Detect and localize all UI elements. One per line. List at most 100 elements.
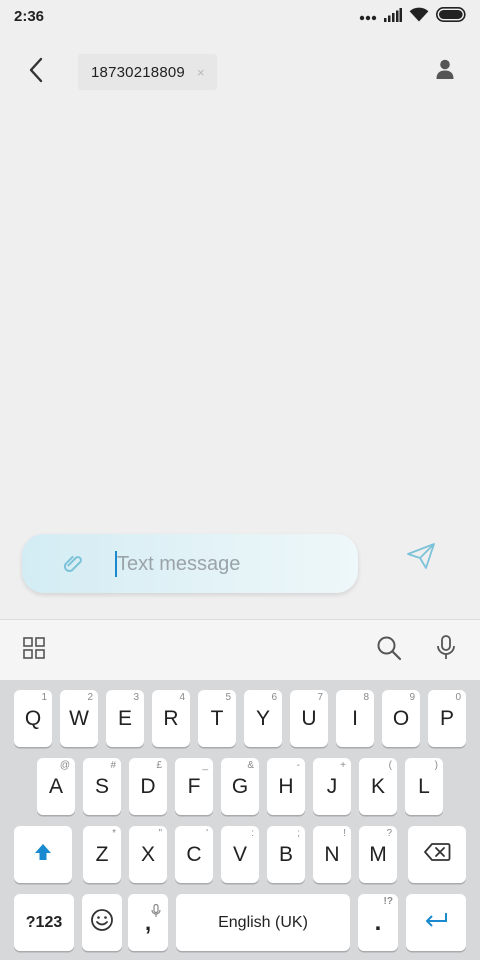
key-x[interactable]: X " [129, 826, 167, 883]
key-hint: ) [434, 760, 438, 771]
key-label: X [140, 842, 155, 866]
key-label: W [69, 706, 89, 730]
key-hint: @ [59, 760, 70, 771]
key-label: F [187, 774, 201, 798]
key-hint: £ [156, 760, 162, 771]
key-label: B [278, 842, 293, 866]
key-f[interactable]: F _ [175, 758, 213, 815]
key-i[interactable]: I8 [336, 690, 374, 747]
key-label: I [352, 706, 358, 730]
emoji-key[interactable] [82, 894, 122, 951]
status-icons [359, 7, 468, 27]
search-icon [376, 635, 402, 666]
key-l[interactable]: L) [405, 758, 443, 815]
paper-plane-icon [406, 541, 436, 576]
key-label: K [370, 774, 385, 798]
key-hint: 5 [225, 692, 231, 703]
key-label: Y [255, 706, 270, 730]
key-p[interactable]: P0 [428, 690, 466, 747]
key-hint: 6 [271, 692, 277, 703]
key-t[interactable]: T5 [198, 690, 236, 747]
period-key-hint: !? [383, 896, 393, 907]
conversation-header: 18730218809 × [0, 40, 480, 104]
key-n[interactable]: N! [313, 826, 351, 883]
key-hint: ' [206, 828, 208, 839]
key-m[interactable]: M? [359, 826, 397, 883]
key-hint: - [296, 760, 300, 771]
key-o[interactable]: O9 [382, 690, 420, 747]
contact-button[interactable] [430, 56, 460, 86]
key-label: A [48, 774, 63, 798]
voice-input-button[interactable] [432, 634, 460, 664]
grid-button[interactable] [20, 636, 48, 664]
key-label: L [418, 774, 430, 798]
key-label: Q [24, 706, 42, 730]
key-hint: & [247, 760, 254, 771]
comma-key[interactable]: , [128, 894, 168, 951]
key-s[interactable]: S # [83, 758, 121, 815]
keyboard-search-button[interactable] [375, 636, 403, 664]
key-hint: * [112, 828, 116, 839]
recipient-chip[interactable]: 18730218809 × [78, 54, 217, 90]
key-hint: 4 [179, 692, 185, 703]
key-q[interactable]: Q1 [14, 690, 52, 747]
key-a[interactable]: A @ [37, 758, 75, 815]
status-time: 2:36 [14, 8, 45, 25]
enter-arrow-icon [423, 911, 449, 934]
key-hint: 2 [87, 692, 93, 703]
chevron-left-icon [28, 57, 44, 88]
key-label: C [186, 842, 202, 866]
backspace-key[interactable] [408, 826, 466, 883]
key-hint: ; [297, 828, 300, 839]
key-hint: ( [388, 760, 392, 771]
key-hint: 0 [455, 692, 461, 703]
key-j[interactable]: J + [313, 758, 351, 815]
more-dots-icon [359, 8, 377, 26]
key-v[interactable]: V: [221, 826, 259, 883]
wifi-icon [409, 7, 429, 27]
key-k[interactable]: K( [359, 758, 397, 815]
enter-key[interactable] [406, 894, 466, 951]
symbols-key[interactable]: ?123 [14, 894, 74, 951]
key-hint: ! [343, 828, 346, 839]
key-label: J [326, 774, 338, 798]
key-e[interactable]: E3 [106, 690, 144, 747]
key-hint: + [340, 760, 346, 771]
smiley-icon [90, 908, 114, 937]
key-label: H [278, 774, 294, 798]
signal-icon [384, 7, 402, 27]
key-b[interactable]: B; [267, 826, 305, 883]
key-hint: ? [386, 828, 392, 839]
message-input[interactable] [117, 552, 337, 576]
grid-icon [23, 636, 45, 664]
key-label: O [392, 706, 410, 730]
send-button[interactable] [404, 541, 438, 575]
paperclip-icon[interactable] [62, 552, 86, 576]
key-label: V [232, 842, 247, 866]
back-button[interactable] [16, 54, 56, 90]
comma-key-mic-icon [151, 898, 161, 924]
key-label: D [140, 774, 156, 798]
key-label: S [94, 774, 109, 798]
shift-key[interactable] [14, 826, 72, 883]
chip-remove-icon[interactable]: × [197, 66, 205, 79]
key-r[interactable]: R4 [152, 690, 190, 747]
space-key[interactable]: English (UK) [176, 894, 350, 951]
key-y[interactable]: Y6 [244, 690, 282, 747]
key-c[interactable]: C ' [175, 826, 213, 883]
key-label: T [210, 706, 224, 730]
key-w[interactable]: W2 [60, 690, 98, 747]
key-hint: 8 [363, 692, 369, 703]
key-z[interactable]: Z * [83, 826, 121, 883]
key-h[interactable]: H- [267, 758, 305, 815]
key-g[interactable]: G & [221, 758, 259, 815]
person-icon [436, 59, 454, 84]
period-key[interactable]: . !? [358, 894, 398, 951]
key-u[interactable]: U7 [290, 690, 328, 747]
keyboard: Q1W2E3R4T5Y6U7I8O9P0 A @ S # D £ F _ G & H - J + K(L) … [0, 680, 480, 960]
key-hint: 3 [133, 692, 139, 703]
key-d[interactable]: D £ [129, 758, 167, 815]
compose-box[interactable] [22, 534, 358, 593]
key-hint: # [110, 760, 116, 771]
period-key-label: . [374, 908, 382, 936]
